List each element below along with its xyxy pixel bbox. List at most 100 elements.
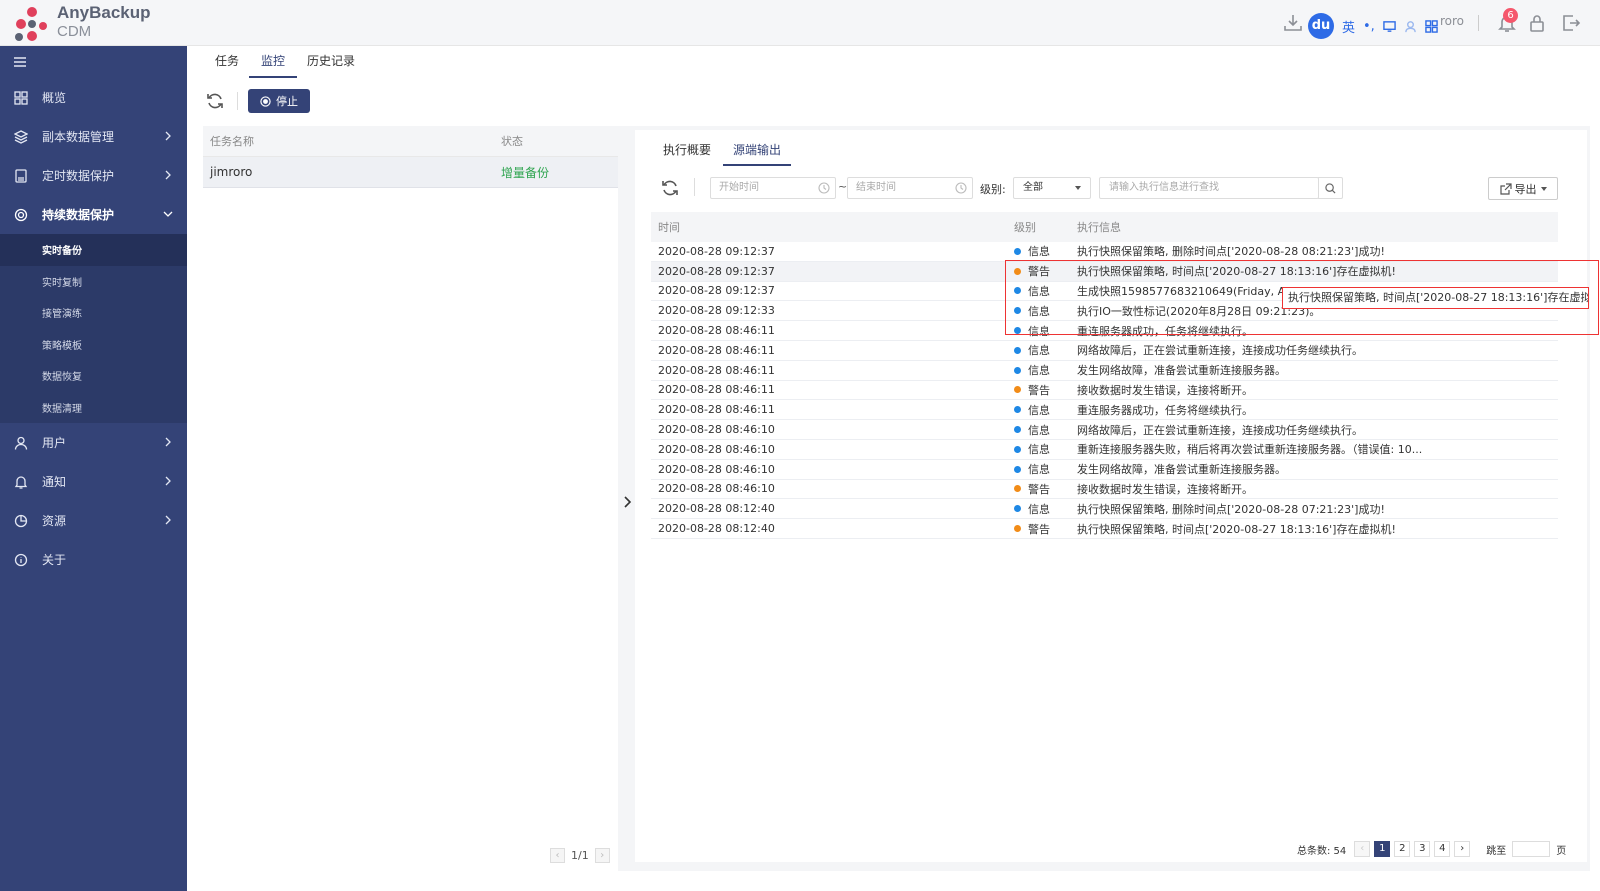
log-row[interactable]: 2020-08-28 09:12:37 信息 执行快照保留策略, 删除时间点['20… [651,242,1558,262]
log-row[interactable]: 2020-08-28 08:46:11 警告 接收数据时发生错误，连接将断开。 [651,381,1558,401]
export-button[interactable]: 导出 [1488,177,1558,200]
sidebar-item-users[interactable]: 用户 [0,423,187,462]
log-row[interactable]: 2020-08-28 08:12:40 警告 执行快照保留策略, 时间点['2020… [651,519,1558,539]
log-pager: 总条数: 54 ‹ 1 2 3 4 › 跳至 页 [1297,840,1566,858]
log-level: 信息 [1014,243,1077,259]
jump-page-input[interactable] [1512,841,1551,857]
tab-monitor[interactable]: 监控 [249,46,298,78]
log-level-label: 信息 [1028,443,1050,457]
chevron-right-icon [165,476,171,486]
page-button-4[interactable]: 4 [1434,841,1451,857]
ime-punct[interactable]: •, [1363,19,1375,34]
chevron-down-icon [163,211,173,217]
level-dot-icon [1014,426,1021,434]
ime-logo-icon[interactable]: du [1308,13,1334,39]
log-time: 2020-08-28 08:46:10 [658,482,775,496]
prev-page-button[interactable]: ‹ [550,848,565,863]
task-panel: 任务名称 状态 jimroro 增量备份 [203,126,618,871]
sidebar-item-notifications[interactable]: 通知 [0,462,187,501]
level-dot-icon [1014,366,1021,374]
header-divider [1478,15,1479,31]
stop-button[interactable]: 停止 [248,89,310,113]
log-row[interactable]: 2020-08-28 08:12:40 信息 执行快照保留策略, 删除时间点['20… [651,499,1558,520]
search-button[interactable] [1318,177,1343,199]
log-level: 信息 [1014,362,1077,378]
prev-page-button[interactable]: ‹ [1354,841,1371,857]
log-level: 信息 [1014,323,1077,339]
sidebar-item-label: 定时数据保护 [42,169,115,183]
sidebar-item-continuous-protection[interactable]: 持续数据保护 [0,195,187,234]
grid-icon [14,90,28,105]
ime-screen-icon[interactable] [1383,20,1396,33]
log-row[interactable]: 2020-08-28 08:46:10 信息 重新连接服务器失败，稍后将再次尝试重新… [651,440,1558,460]
sidebar-item-scheduled-protection[interactable]: 定时数据保护 [0,156,187,195]
sidebar-subitem-policy-template[interactable]: 策略模板 [0,329,187,361]
filter-divider [694,178,695,196]
sidebar-subitem-data-recovery[interactable]: 数据恢复 [0,360,187,392]
sidebar-subitem-realtime-backup[interactable]: 实时备份 [0,234,187,266]
page-button-3[interactable]: 3 [1414,841,1431,857]
log-level: 信息 [1014,501,1077,517]
chevron-right-icon[interactable] [622,496,632,508]
log-level-label: 信息 [1028,344,1050,358]
log-row[interactable]: 2020-08-28 08:46:11 信息 发生网络故障，准备尝试重新连接服务器。 [651,361,1558,381]
sidebar-item-label: 副本数据管理 [42,130,115,144]
log-time: 2020-08-28 08:46:11 [658,403,775,417]
tab-history[interactable]: 历史记录 [307,46,355,78]
download-icon[interactable] [1282,12,1304,34]
next-page-button[interactable]: › [594,848,610,863]
log-level: 警告 [1014,263,1077,279]
tab-source-output[interactable]: 源端输出 [723,136,792,166]
column-header-time: 时间 [658,221,680,234]
page-button-1[interactable]: 1 [1374,841,1391,857]
level-dot-icon [1014,247,1021,255]
level-dot-icon [1014,505,1021,513]
refresh-icon[interactable] [660,178,680,198]
tab-tasks[interactable]: 任务 [215,46,239,78]
log-time: 2020-08-28 08:46:11 [658,363,775,377]
task-table-header: 任务名称 状态 [203,126,618,157]
task-row[interactable]: jimroro 增量备份 [203,157,618,188]
sidebar-toggle[interactable] [0,46,187,78]
log-search-input[interactable]: 请输入执行信息进行查找 [1099,177,1319,199]
search-placeholder: 请输入执行信息进行查找 [1109,182,1219,193]
sidebar-subitem-realtime-replication[interactable]: 实时复制 [0,266,187,298]
sidebar-item-label: 通知 [42,475,67,489]
ime-user-icon[interactable] [1404,20,1417,33]
log-row[interactable]: 2020-08-28 08:46:11 信息 重连服务器成功，任务将继续执行。 [651,400,1558,421]
log-row[interactable]: 2020-08-28 08:46:11 信息 网络故障后，正在尝试重新连接，连接成功… [651,341,1558,361]
next-page-button[interactable]: › [1454,841,1471,857]
brand-name: AnyBackup [57,3,151,22]
log-level: 信息 [1014,461,1077,477]
sidebar-item-label: 用户 [42,436,67,450]
log-time: 2020-08-28 08:46:10 [658,423,775,437]
level-select[interactable]: 全部 [1013,177,1091,199]
sidebar-item-about[interactable]: 关于 [0,540,187,579]
log-level: 信息 [1014,422,1077,438]
tab-execution-summary[interactable]: 执行概要 [663,136,711,166]
brand-product: CDM [57,23,92,40]
sidebar-item-copy-data[interactable]: 副本数据管理 [0,117,187,156]
ime-grid-icon[interactable] [1425,19,1438,33]
sidebar-item-overview[interactable]: 概览 [0,78,187,117]
log-row[interactable]: 2020-08-28 09:12:37 警告 执行快照保留策略, 时间点['2020… [651,261,1558,282]
menu-icon[interactable] [14,57,26,67]
log-row[interactable]: 2020-08-28 08:46:10 信息 发生网络故障，准备尝试重新连接服务器。 [651,460,1558,480]
ime-lang[interactable]: 英 [1342,17,1355,36]
end-time-input[interactable]: 结束时间 [847,177,973,199]
ime-toolbar[interactable]: du 英 •, [1308,12,1448,40]
sidebar-subitem-takeover-drill[interactable]: 接管演练 [0,297,187,329]
lock-icon[interactable] [1526,12,1548,34]
logout-icon[interactable] [1560,12,1582,34]
sidebar-item-resources[interactable]: 资源 [0,501,187,540]
refresh-icon[interactable] [205,91,225,111]
sidebar-subitem-data-cleanup[interactable]: 数据清理 [0,392,187,424]
log-message: 重连服务器成功，任务将继续执行。 [1077,403,1253,417]
header-username[interactable]: roro [1440,14,1464,28]
log-row[interactable]: 2020-08-28 08:46:10 警告 接收数据时发生错误，连接将断开。 [651,480,1558,500]
log-row[interactable]: 2020-08-28 08:46:11 信息 重连服务器成功，任务将继续执行。 [651,321,1558,341]
log-row[interactable]: 2020-08-28 08:46:10 信息 网络故障后，正在尝试重新连接，连接成功… [651,420,1558,440]
start-time-placeholder: 开始时间 [719,182,759,193]
start-time-input[interactable]: 开始时间 [710,177,836,199]
page-button-2[interactable]: 2 [1394,841,1411,857]
